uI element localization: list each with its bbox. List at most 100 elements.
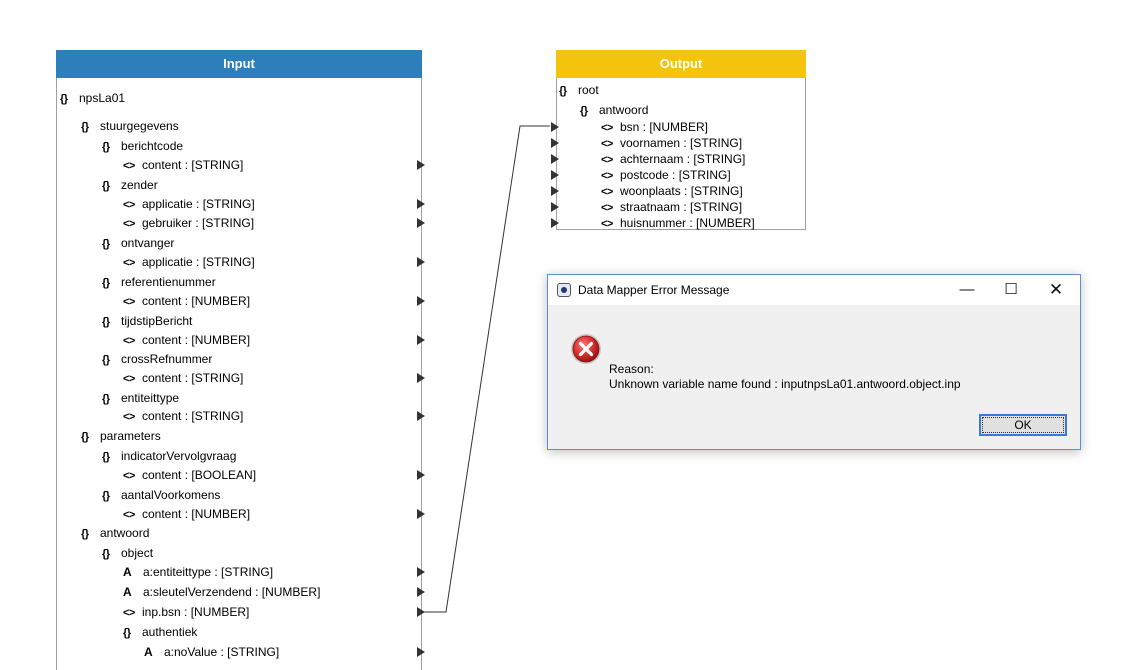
field-icon: <> xyxy=(123,335,135,347)
tree-node-achternaam[interactable]: <> achternaam : [STRING] xyxy=(601,151,745,167)
connector-port[interactable] xyxy=(417,160,425,170)
dialog-titlebar[interactable]: Data Mapper Error Message — ☐ ✕ xyxy=(548,275,1080,305)
tree-node-label: root xyxy=(578,83,599,97)
tree-node-voornamen[interactable]: <> voornamen : [STRING] xyxy=(601,135,742,151)
tree-node-content[interactable]: <> content : [NUMBER] xyxy=(123,332,250,348)
connector-port[interactable] xyxy=(417,567,425,577)
tree-node-applicatie[interactable]: <> applicatie : [STRING] xyxy=(123,254,255,270)
tree-node-antwoord[interactable]: {} antwoord xyxy=(580,102,648,118)
field-icon: <> xyxy=(123,296,135,308)
tree-node-label: tijdstipBericht xyxy=(121,314,193,328)
tree-node-label: antwoord xyxy=(599,103,649,117)
tree-node-label: a:entiteittype : [STRING] xyxy=(143,565,274,579)
error-dialog: Data Mapper Error Message — ☐ ✕ Reason: … xyxy=(547,274,1081,450)
tree-node-label: content : [STRING] xyxy=(142,158,244,172)
field-icon: <> xyxy=(123,607,135,619)
output-tree: {} root {} antwoord <> bsn : [NUMBER] <> voorna… xyxy=(551,51,805,231)
tree-node-root[interactable]: {} root xyxy=(559,82,599,98)
tree-node-npsla01[interactable]: {} npsLa01 xyxy=(60,90,125,106)
tree-node-content[interactable]: <> content : [STRING] xyxy=(123,370,243,386)
tree-node-content[interactable]: <> content : [NUMBER] xyxy=(123,506,250,522)
close-button[interactable]: ✕ xyxy=(1033,275,1079,305)
reason-message: Unknown variable name found : inputnpsLa… xyxy=(609,377,961,391)
connector-port[interactable] xyxy=(417,296,425,306)
tree-node-stuurgegevens[interactable]: {} stuurgegevens xyxy=(81,118,179,134)
connector-port[interactable] xyxy=(417,607,425,617)
field-icon: <> xyxy=(601,202,613,214)
tree-node-parameters[interactable]: {} parameters xyxy=(81,428,161,444)
tree-node-huisnummer[interactable]: <> huisnummer : [NUMBER] xyxy=(601,215,755,231)
field-icon: <> xyxy=(123,199,135,211)
tree-node-a[interactable]: Aa:sleutelVerzendend : [NUMBER] xyxy=(123,584,320,600)
input-panel: Input {} npsLa01{} stuurgegevens{} berichtc… xyxy=(56,50,425,670)
field-icon: <> xyxy=(601,170,613,182)
connector-port[interactable] xyxy=(551,186,559,196)
error-icon xyxy=(571,334,601,364)
connector-port[interactable] xyxy=(551,202,559,212)
connector-port[interactable] xyxy=(417,373,425,383)
connector-port[interactable] xyxy=(417,411,425,421)
tree-node-content[interactable]: <> content : [STRING] xyxy=(123,408,243,424)
attribute-icon: A xyxy=(123,585,132,599)
field-icon: <> xyxy=(123,257,135,269)
connector-port[interactable] xyxy=(417,509,425,519)
tree-node-tijdstipbericht[interactable]: {} tijdstipBericht xyxy=(102,313,192,329)
connector-port[interactable] xyxy=(417,218,425,228)
tree-node-label: stuurgegevens xyxy=(100,119,179,133)
tree-node-aantalvoorkomens[interactable]: {} aantalVoorkomens xyxy=(102,487,220,503)
tree-node-gebruiker[interactable]: <> gebruiker : [STRING] xyxy=(123,215,254,231)
object-icon: {} xyxy=(60,93,68,105)
tree-node-content[interactable]: <> content : [NUMBER] xyxy=(123,293,250,309)
tree-node-a[interactable]: Aa:entiteittype : [STRING] xyxy=(123,564,273,580)
tree-node-content[interactable]: <> content : [BOOLEAN] xyxy=(123,467,256,483)
connector-port[interactable] xyxy=(417,647,425,657)
connector-port[interactable] xyxy=(551,138,559,148)
object-icon: {} xyxy=(81,431,89,443)
tree-node-straatnaam[interactable]: <> straatnaam : [STRING] xyxy=(601,199,742,215)
tree-node-woonplaats[interactable]: <> woonplaats : [STRING] xyxy=(601,183,743,199)
tree-node-label: object xyxy=(121,546,154,560)
tree-node-referentienummer[interactable]: {} referentienummer xyxy=(102,274,216,290)
connector-port[interactable] xyxy=(551,218,559,228)
connector-port[interactable] xyxy=(417,587,425,597)
tree-node-applicatie[interactable]: <> applicatie : [STRING] xyxy=(123,196,255,212)
connector-port[interactable] xyxy=(417,335,425,345)
minimize-button[interactable]: — xyxy=(944,275,990,305)
connector-port[interactable] xyxy=(551,122,559,132)
tree-node-label: content : [NUMBER] xyxy=(142,294,251,308)
tree-node-entiteittype[interactable]: {} entiteittype xyxy=(102,390,179,406)
input-tree: {} npsLa01 {} stuurgegevens {} berichtcode <> c… xyxy=(57,50,425,670)
tree-node-antwoord[interactable]: {} antwoord xyxy=(81,525,149,541)
tree-node-label: parameters xyxy=(100,429,161,443)
tree-node-label: content : [NUMBER] xyxy=(142,333,251,347)
tree-node-label: indicatorVervolgvraag xyxy=(121,449,237,463)
tree-node-authentiek[interactable]: {} authentiek xyxy=(123,624,197,640)
object-icon: {} xyxy=(102,238,110,250)
connector-port[interactable] xyxy=(551,154,559,164)
tree-node-inp-bsn[interactable]: <> inp.bsn : [NUMBER] xyxy=(123,604,249,620)
ok-button[interactable]: OK xyxy=(979,414,1067,436)
object-icon: {} xyxy=(102,316,110,328)
tree-node-content[interactable]: <> content : [STRING] xyxy=(123,157,243,173)
field-icon: <> xyxy=(123,373,135,385)
tree-node-ontvanger[interactable]: {} ontvanger xyxy=(102,235,174,251)
tree-node-label: content : [NUMBER] xyxy=(142,507,251,521)
connector-port[interactable] xyxy=(417,199,425,209)
object-icon: {} xyxy=(102,354,110,366)
tree-node-indicatorvervolgvraag[interactable]: {} indicatorVervolgvraag xyxy=(102,448,236,464)
connector-port[interactable] xyxy=(417,470,425,480)
tree-node-label: straatnaam : [STRING] xyxy=(620,200,743,214)
tree-node-crossrefnummer[interactable]: {} crossRefnummer xyxy=(102,351,212,367)
connector-port[interactable] xyxy=(551,170,559,180)
tree-node-label: content : [STRING] xyxy=(142,371,244,385)
tree-node-object[interactable]: {} object xyxy=(102,545,153,561)
connector-port[interactable] xyxy=(417,257,425,267)
tree-node-zender[interactable]: {} zender xyxy=(102,177,158,193)
tree-node-bsn[interactable]: <> bsn : [NUMBER] xyxy=(601,119,708,135)
tree-node-postcode[interactable]: <> postcode : [STRING] xyxy=(601,167,731,183)
field-icon: <> xyxy=(123,509,135,521)
tree-node-label: postcode : [STRING] xyxy=(620,168,731,182)
tree-node-berichtcode[interactable]: {} berichtcode xyxy=(102,138,183,154)
tree-node-label: achternaam : [STRING] xyxy=(620,152,746,166)
maximize-button[interactable]: ☐ xyxy=(988,275,1034,305)
